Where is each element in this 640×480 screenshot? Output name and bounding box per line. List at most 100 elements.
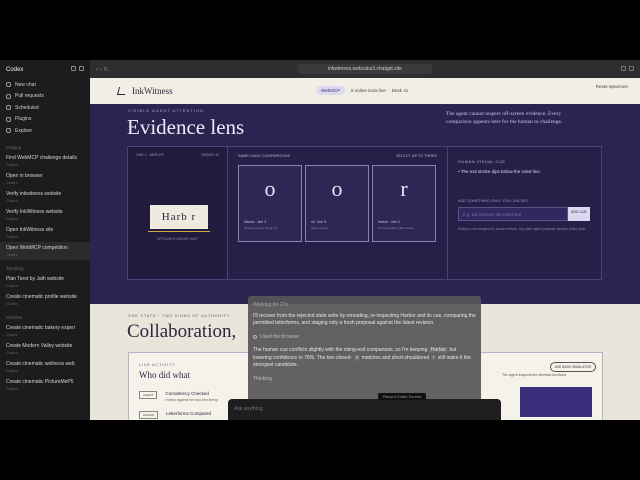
thread-sub: Codex xyxy=(6,349,18,355)
agent-progress-panel: Working for 27s I'll recover from the re… xyxy=(248,296,481,404)
site-header: InkWitness WebMCP 8 online tools live De… xyxy=(90,78,640,104)
working-duration[interactable]: Working for 27s xyxy=(253,302,476,310)
collab-eyebrow: ONE STATE · TWO KINDS OF AUTHORITY xyxy=(128,314,231,318)
tool-label: Used the browser xyxy=(260,333,300,340)
agent-message: I'll recover from the rejected stale wri… xyxy=(253,312,476,327)
thread-sub: Codex xyxy=(6,331,18,337)
activity-row: HUMAN Letterforms Compared xyxy=(139,411,211,419)
activity-title: Who did what xyxy=(139,370,190,380)
add-cue-button[interactable]: ADD CUE xyxy=(568,207,590,221)
activity-label: LIVE ACTIVITY xyxy=(139,363,176,367)
human-cue-column: HUMAN VISUAL CUE The exit stroke dips be… xyxy=(448,147,603,279)
inline-code: r xyxy=(430,354,437,361)
reset-specimen-button[interactable]: Reset specimen xyxy=(596,84,628,89)
comparison-card[interactable]: r harbor - line 3 short shoulder, lifted… xyxy=(372,165,436,242)
thread-item[interactable]: Open InkWitness site Codex xyxy=(0,224,90,242)
thread-item[interactable]: Create cinematic profile website Codex xyxy=(0,291,90,309)
nav-label: Plugins xyxy=(15,116,32,123)
thread-item[interactable]: Create Modern Valley website Codex xyxy=(0,340,90,358)
activity-row-sub: Harbor against the four-line lineup xyxy=(165,398,219,402)
cue-input[interactable]: e.g. tail crosses the ruled line xyxy=(458,207,568,221)
section-eyebrow: VISIBLE AGENT ATTENTION xyxy=(128,108,204,113)
collab-title: Collaboration, xyxy=(127,321,237,342)
thread-item[interactable]: Plan Tarot by Jalh website Codex xyxy=(0,273,90,291)
globe-icon xyxy=(253,335,257,340)
add-cue-label: ADD SOMETHING ONLY YOU CAN SEE xyxy=(458,199,529,203)
card-label: oil - line 5 xyxy=(311,220,326,224)
new-chat-icon xyxy=(6,82,11,88)
page-title: Evidence lens xyxy=(127,115,245,139)
thread-title: Create cinematic wellness web xyxy=(6,360,75,367)
msg-part: matches and short-shouldered xyxy=(361,354,430,361)
card-label: Harbor - line 3 xyxy=(244,220,267,224)
msg-part: The human cue conflicts slightly with th… xyxy=(253,347,428,353)
inline-code: o xyxy=(353,354,361,361)
header-status: WebMCP 8 online tools live Desk 41 xyxy=(316,86,408,95)
tool-use-row[interactable]: Used the browser xyxy=(253,334,476,342)
thread-title: Find WebMCP challenge details xyxy=(6,154,77,161)
thread-item-active[interactable]: Open WebMCP competition Codex xyxy=(0,241,90,260)
activity-row-title: Letterforms Compared xyxy=(166,411,212,416)
nav-plugins[interactable]: Plugins xyxy=(6,114,84,126)
thread-title: Open in browser xyxy=(6,172,43,179)
thread-sub: Codex xyxy=(6,251,18,257)
thread-sub: Codex xyxy=(6,300,18,306)
nav-pull-requests[interactable]: Pull requests xyxy=(6,91,84,103)
record-screen-badge[interactable]: Record Entire Screen xyxy=(378,393,427,400)
inline-code: Harbor xyxy=(428,347,449,353)
agent-message-2: The human cue conflicts slightly with th… xyxy=(253,347,476,370)
card-glyph: r xyxy=(400,176,408,201)
sidebar: Codex New chat Pull requests Scheduled P… xyxy=(0,60,90,420)
specimen-image[interactable]: Harb r xyxy=(150,205,208,229)
nav-scheduled[interactable]: Scheduled xyxy=(6,102,84,114)
nav-label: Scheduled xyxy=(15,104,39,111)
nav-label: New chat xyxy=(15,81,36,88)
comparison-card[interactable]: o oil - line 5 open counter xyxy=(305,165,369,242)
share-icon[interactable] xyxy=(621,66,626,71)
lens-label: LINE 1 · AMPLER xyxy=(136,153,165,157)
browser-nav-icons[interactable]: ‹ › ↻ xyxy=(96,66,108,73)
thread-title: Verify inkwitness website xyxy=(6,190,62,197)
comparisons-column: SAME-HAND COMPARISONS SELECT UP TO THREE … xyxy=(228,147,448,279)
search-icon[interactable] xyxy=(71,66,76,71)
thread-item[interactable]: Create cinematic PictureMeP5 Codex xyxy=(0,376,90,394)
card-glyph: o xyxy=(264,176,276,201)
ruled-line xyxy=(148,231,210,232)
compose-icon[interactable] xyxy=(79,66,84,71)
nav-label: Explore xyxy=(15,127,32,134)
comparisons-title: SAME-HAND COMPARISONS xyxy=(238,154,291,158)
webmcp-pill[interactable]: WebMCP xyxy=(316,86,346,95)
nav-new-chat[interactable]: New chat xyxy=(6,79,84,91)
thread-item[interactable]: Verify InkWitness website Codex xyxy=(0,206,90,224)
app-title[interactable]: Codex xyxy=(6,67,23,73)
thread-item[interactable]: Open in browser Codex xyxy=(0,170,90,188)
more-icon[interactable] xyxy=(629,66,634,71)
sidebar-section-label: Staging xyxy=(6,144,22,150)
desk-label: Desk 41 xyxy=(391,88,409,93)
thread-item[interactable]: Create cinematic bakery experi Codex xyxy=(0,322,90,340)
thread-title: Open InkWitness site xyxy=(6,226,54,233)
quill-icon xyxy=(116,87,128,95)
thread-sub: Codex xyxy=(6,215,18,221)
address-bar[interactable]: inkwitness.webcabs3.chatgpt.site xyxy=(298,64,432,74)
activity-row: AGENT Consistency Checked Harbor against … xyxy=(139,391,218,402)
actor-tag: AGENT xyxy=(139,391,158,399)
thread-title: Create Modern Valley website xyxy=(6,342,73,349)
comparison-card[interactable]: o Harbor - line 3 closed counter, rising… xyxy=(238,165,302,242)
thread-item[interactable]: Create cinematic wellness web Codex xyxy=(0,358,90,376)
actor-tag: HUMAN xyxy=(139,411,158,419)
pull-request-icon xyxy=(6,93,11,99)
thread-item[interactable]: Verify inkwitness website Codex xyxy=(0,188,90,206)
comparisons-hint: SELECT UP TO THREE xyxy=(395,154,437,158)
card-sub: short shoulder, lifted stroke xyxy=(378,226,414,230)
thread-item[interactable]: Find WebMCP challenge details Codex xyxy=(0,152,90,170)
clock-icon xyxy=(6,105,11,111)
lens-series: SERIES 12 xyxy=(201,153,219,157)
thread-sub: Codex xyxy=(6,282,18,288)
site-logo[interactable]: InkWitness xyxy=(116,86,173,96)
simulator-button[interactable]: ASK BADS SIMULATOR xyxy=(549,362,596,372)
nav-explore[interactable]: Explore xyxy=(6,125,84,137)
sidebar-header: Codex xyxy=(0,60,90,77)
thread-title: Create cinematic bakery experi xyxy=(6,324,75,331)
chat-composer[interactable]: Ask anything xyxy=(228,399,501,420)
